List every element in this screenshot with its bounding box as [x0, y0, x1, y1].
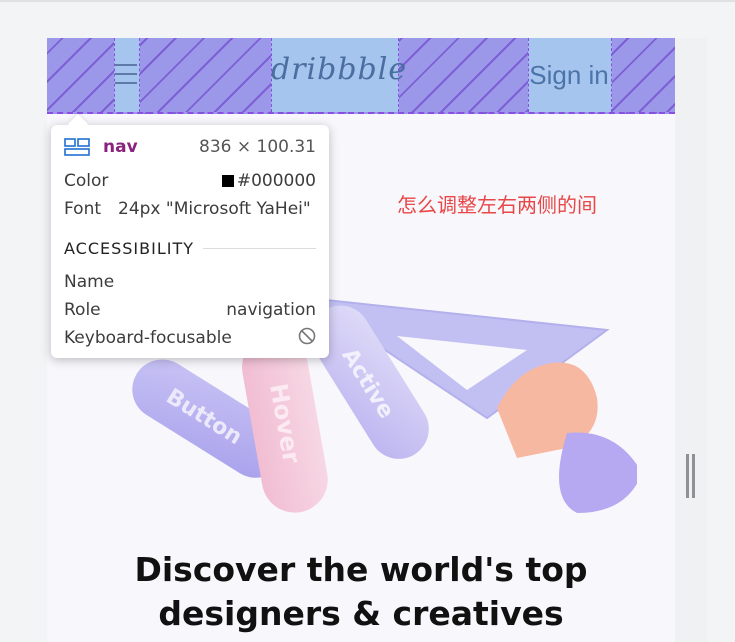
color-value: #000000	[221, 171, 316, 191]
hamburger-menu-icon[interactable]	[115, 64, 137, 91]
menu-cell[interactable]	[114, 38, 140, 112]
focus-label: Keyboard-focusable	[64, 328, 232, 348]
layout-grid-icon	[64, 138, 90, 156]
dribbble-logo[interactable]: dribbble	[271, 52, 406, 87]
sign-in-link[interactable]: Sign in	[528, 60, 610, 91]
accessibility-heading: ACCESSIBILITY	[64, 239, 195, 258]
sleeve-shape	[559, 432, 637, 513]
browser-top-border	[0, 0, 735, 2]
devtools-gutter	[675, 38, 707, 642]
name-label: Name	[64, 272, 115, 292]
inspector-tooltip: nav 836 × 100.31 Color #000000 Font 24px…	[51, 125, 329, 358]
font-value: 24px "Microsoft YaHei"	[118, 199, 311, 219]
resize-handle[interactable]	[686, 454, 695, 498]
font-label: Font	[64, 199, 102, 219]
headline-line-2: designers & creatives	[158, 594, 564, 633]
annotation-note: 怎么调整左右两侧的间	[397, 193, 597, 217]
section-divider	[203, 248, 316, 249]
hero-headline: Discover the world's top designers & cre…	[47, 548, 675, 636]
element-size: 836 × 100.31	[199, 137, 316, 157]
headline-line-1: Discover the world's top	[134, 550, 588, 589]
element-tag: nav	[103, 137, 138, 157]
role-value: navigation	[226, 300, 316, 320]
nav-highlight-overlay[interactable]: dribbble Sign in	[47, 38, 675, 114]
color-swatch-icon	[221, 175, 234, 187]
not-allowed-icon	[298, 327, 316, 345]
role-label: Role	[64, 300, 101, 320]
color-label: Color	[64, 171, 109, 191]
